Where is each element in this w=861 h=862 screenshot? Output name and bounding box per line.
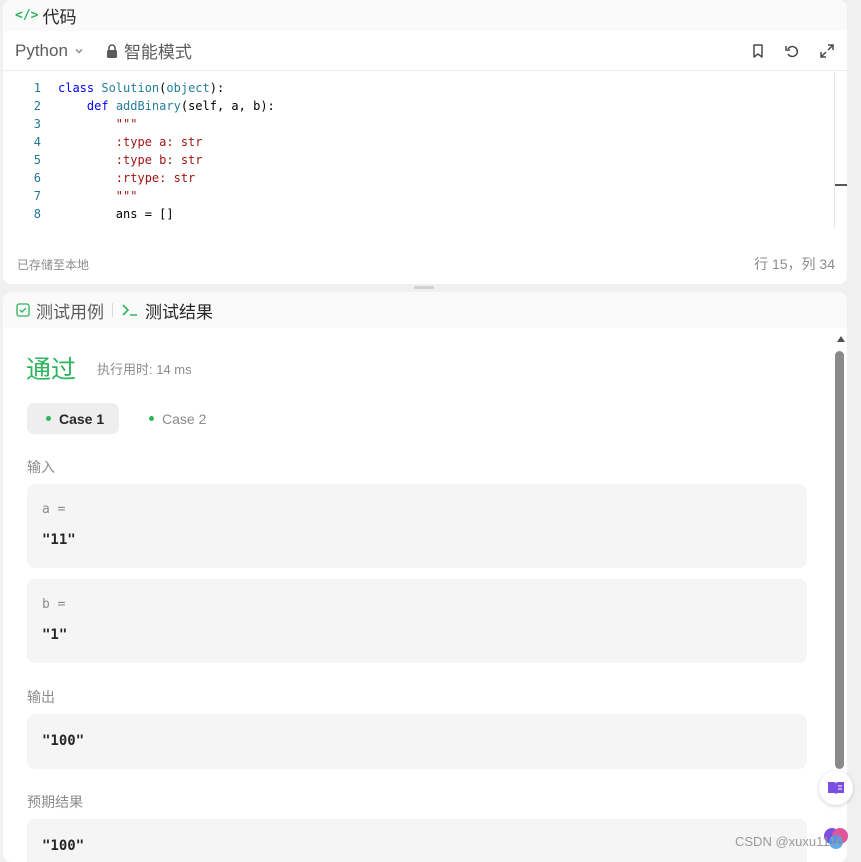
code-text: class Solution(object):: [58, 81, 225, 95]
line-number: 1: [33, 81, 41, 95]
code-text: :type b: str: [58, 153, 203, 167]
tab-testcases-label: 测试用例: [36, 302, 104, 322]
terminal-icon: [122, 304, 137, 316]
code-text: """: [58, 117, 138, 131]
smart-mode-toggle[interactable]: 智能模式: [106, 38, 192, 63]
case-1-label: Case 1: [59, 410, 105, 427]
input-var-name: a =: [42, 502, 66, 517]
code-line[interactable]: 6 :rtype: str: [3, 169, 834, 187]
language-label: Python: [15, 40, 68, 60]
input-box-a: a = "11": [27, 484, 807, 568]
input-var-name: b =: [42, 597, 66, 612]
result-scroll-thumb[interactable]: [835, 351, 844, 769]
code-line[interactable]: 2 def addBinary(self, a, b):: [3, 97, 834, 115]
code-icon: </>: [15, 8, 39, 23]
line-number: 7: [33, 189, 41, 203]
output-label: 输出: [27, 689, 55, 705]
book-icon: [828, 782, 844, 795]
lock-icon: [106, 43, 117, 58]
case-1-tab[interactable]: Case 1: [27, 403, 119, 434]
watermark: CSDN @xuxu1116: [735, 834, 844, 849]
language-select[interactable]: Python: [15, 41, 84, 61]
result-panel: 测试用例 测试结果 通过 执行用时: 14 ms Case 1 Case 2 输…: [3, 292, 847, 862]
line-number: 3: [33, 117, 41, 131]
status-accepted: 通过: [26, 356, 77, 384]
expected-box: "100": [27, 819, 807, 862]
case-2-label: Case 2: [162, 410, 207, 427]
line-number: 6: [33, 171, 41, 185]
code-line[interactable]: 3 """: [3, 115, 834, 133]
cursor-position: 行 15，列 34: [754, 256, 835, 272]
editor-scrollbar[interactable]: [834, 72, 847, 228]
output-value: "100": [42, 733, 85, 749]
code-area[interactable]: 1 class Solution(object): 2 def addBinary(…: [3, 72, 834, 228]
editor-scroll-marker: [835, 184, 847, 186]
pass-dot: [46, 416, 51, 421]
pass-dot: [149, 416, 154, 421]
input-var-value: "1": [42, 627, 68, 643]
tab-divider: [112, 303, 113, 317]
code-line[interactable]: 4 :type a: str: [3, 133, 834, 151]
input-label: 输入: [27, 459, 55, 475]
input-var-value: "11": [42, 532, 76, 548]
expected-value: "100": [42, 838, 85, 854]
code-text: ans = []: [58, 207, 174, 221]
expected-label: 预期结果: [27, 794, 83, 810]
code-text: def addBinary(self, a, b):: [86, 99, 275, 113]
line-number: 5: [33, 153, 41, 167]
code-line[interactable]: 5 :type b: str: [3, 151, 834, 169]
editor-header: </> 代码: [3, 0, 847, 31]
code-line[interactable]: 1 class Solution(object):: [3, 79, 834, 97]
bookmark-icon[interactable]: [749, 42, 767, 60]
code-editor-panel: </> 代码 Python 智能模式 1 class Solution(objec…: [3, 0, 847, 284]
smart-mode-label: 智能模式: [123, 43, 192, 62]
case-2-tab[interactable]: Case 2: [141, 403, 221, 434]
input-box-b: b = "1": [27, 579, 807, 663]
code-text: :type a: str: [58, 135, 203, 149]
result-tabs: 测试用例 测试结果: [3, 292, 847, 328]
code-text: :rtype: str: [58, 171, 196, 185]
line-number: 4: [33, 135, 41, 149]
line-number: 8: [33, 207, 41, 221]
fullscreen-icon[interactable]: [818, 42, 836, 60]
code-line[interactable]: 7 """: [3, 187, 834, 205]
code-line[interactable]: 8 ans = []: [3, 205, 834, 223]
tab-testresult-label: 测试结果: [145, 302, 213, 322]
book-button[interactable]: [819, 771, 853, 805]
tab-testcases[interactable]: 测试用例: [16, 298, 104, 323]
runtime-label: 执行用时: 14 ms: [97, 362, 192, 377]
reset-icon[interactable]: [783, 42, 801, 60]
result-body: 通过 执行用时: 14 ms Case 1 Case 2 输入 a = "11"…: [3, 328, 834, 862]
chevron-down-icon: [75, 48, 83, 53]
editor-toolbar: Python 智能模式: [3, 31, 847, 71]
line-number: 2: [33, 99, 41, 113]
editor-title: 代码: [42, 8, 77, 27]
output-box: "100": [27, 714, 807, 769]
tab-testresult[interactable]: 测试结果: [121, 298, 213, 323]
scroll-up-arrow-icon[interactable]: [837, 336, 845, 342]
checkbox-icon: [16, 303, 30, 317]
saved-status: 已存储至本地: [17, 258, 90, 272]
code-text: """: [58, 189, 138, 203]
panel-resize-handle[interactable]: [414, 286, 434, 289]
